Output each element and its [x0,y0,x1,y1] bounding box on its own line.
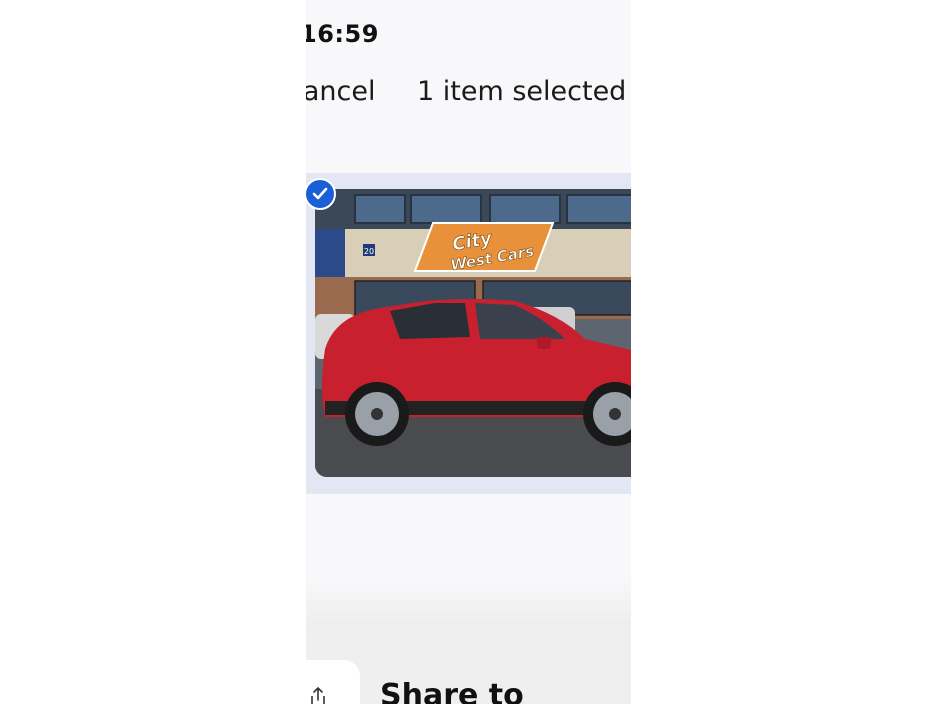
share-icon [311,686,325,704]
share-option-card[interactable] [306,660,360,704]
car-photo: 20 City West Cars [315,189,631,477]
divider-fade [306,580,631,630]
cancel-button[interactable]: Cancel [306,76,375,107]
status-time: 16:59 [306,20,379,48]
selection-title: 1 item selected [417,76,627,107]
phone-screen: 16:59 Cancel 1 item selected [306,0,631,704]
sign-number: 20 [364,247,374,256]
photo-tile[interactable]: 20 City West Cars [306,173,631,494]
share-to-label: Share to [380,678,524,704]
car-photo-illustration: 20 City West Cars [315,189,631,477]
share-sheet: Share to [306,628,631,704]
